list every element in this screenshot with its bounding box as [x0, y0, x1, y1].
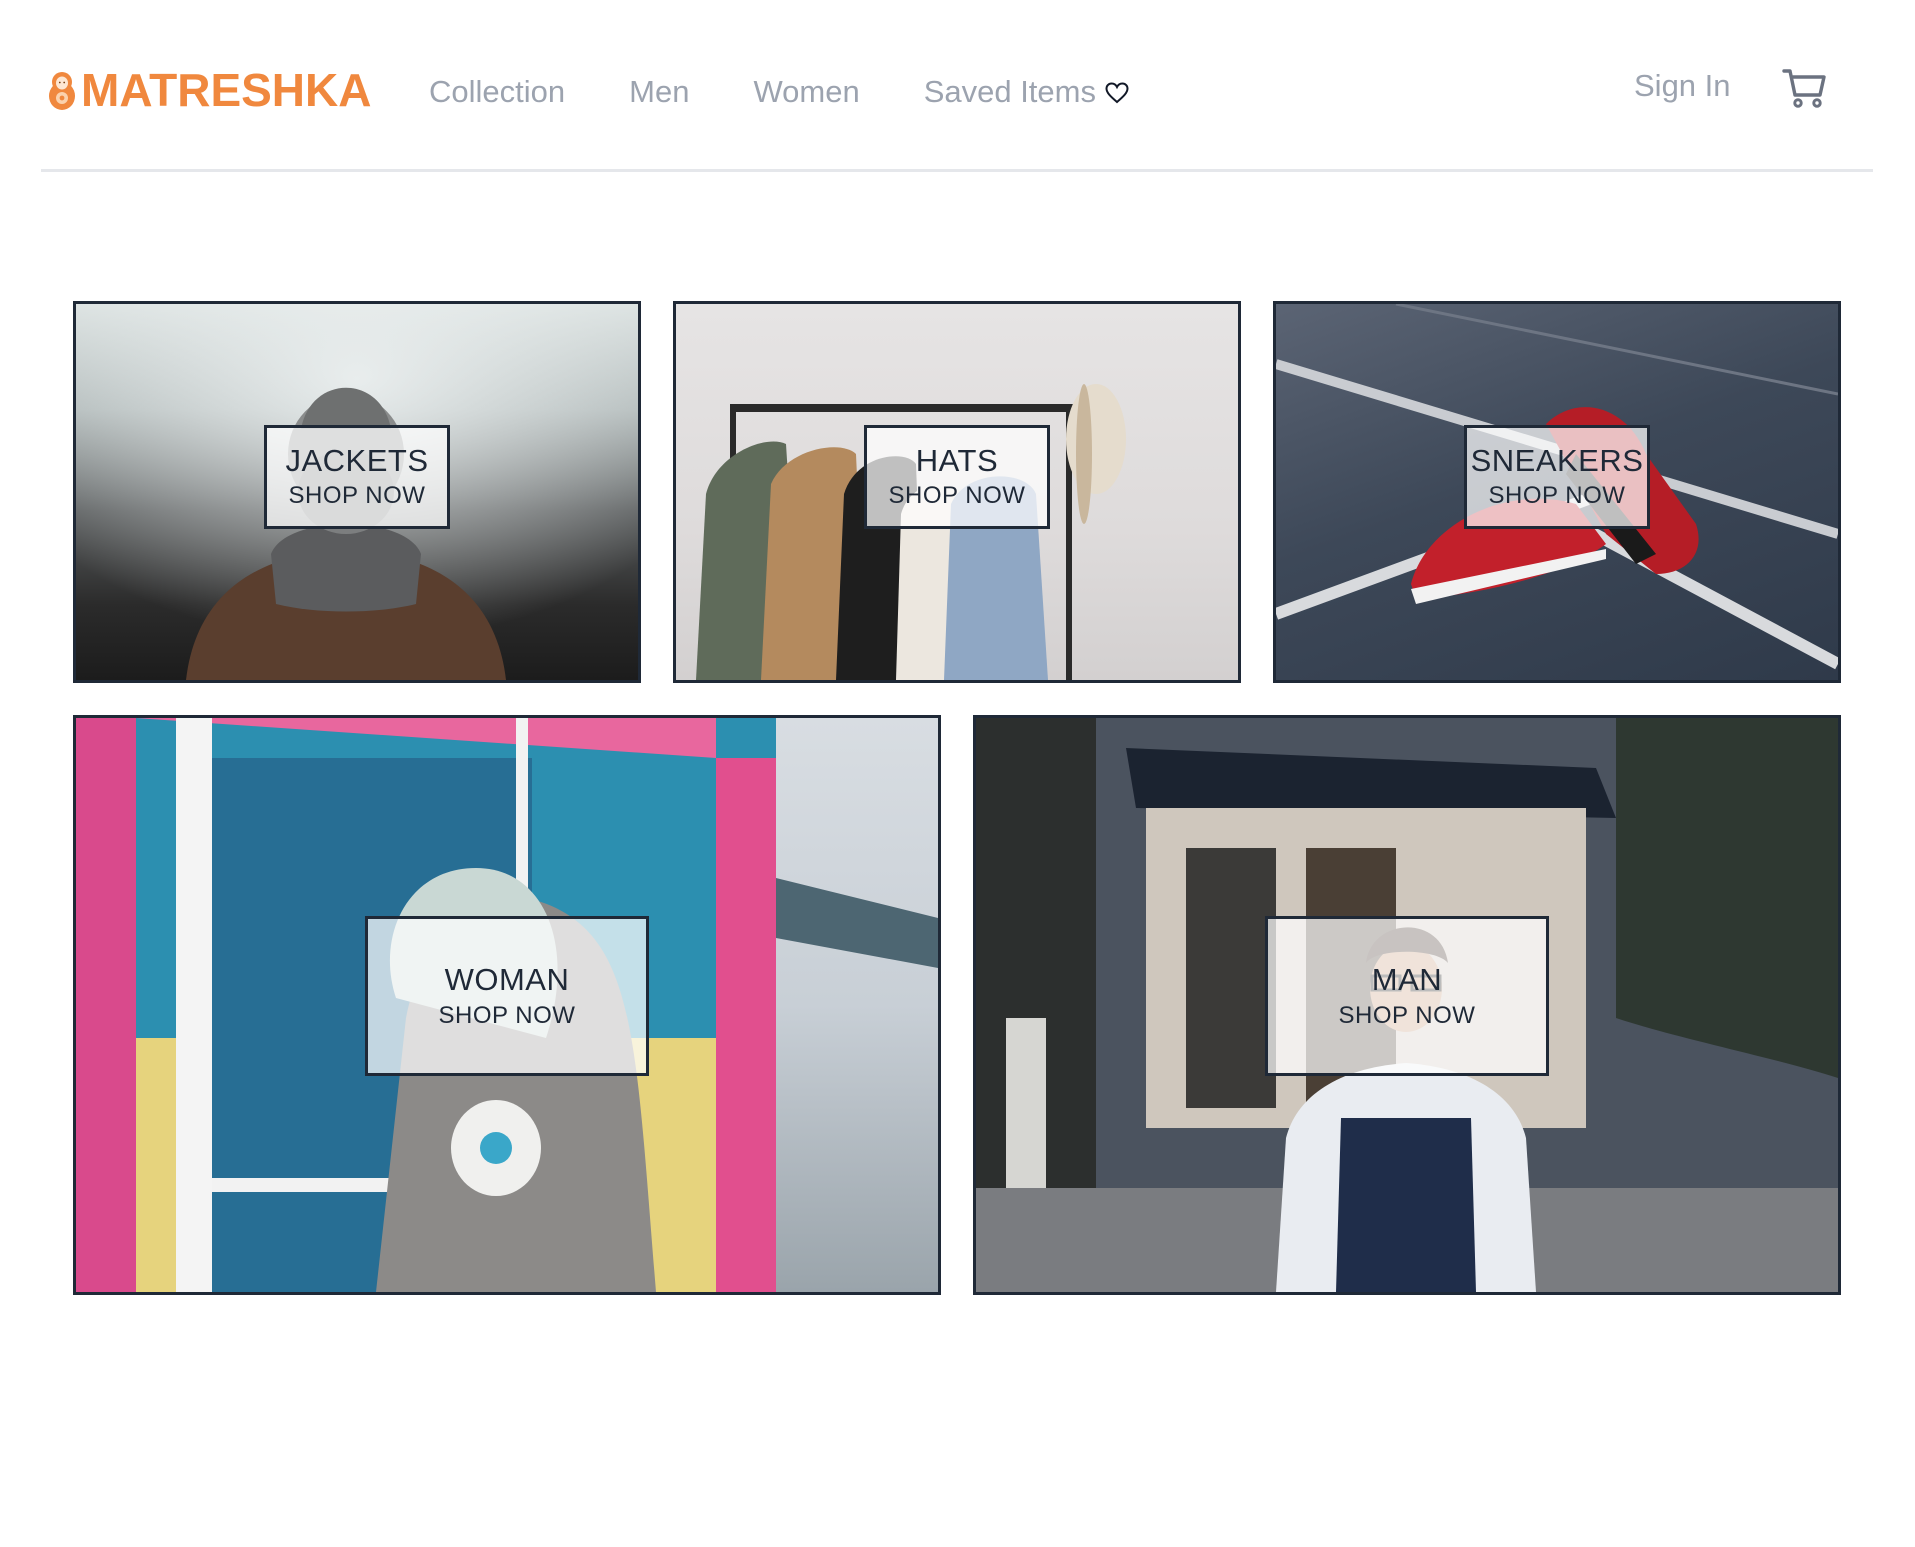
matryoshka-doll-icon — [49, 72, 75, 110]
nav-link-saved-items[interactable]: Saved Items — [924, 76, 1129, 107]
category-title: JACKETS — [285, 442, 429, 478]
shop-now-link[interactable]: SHOP NOW — [889, 482, 1026, 511]
page: MATRESHKA Collection Men Women Saved Ite… — [0, 0, 1915, 1547]
sign-in-link[interactable]: Sign In — [1634, 70, 1731, 101]
category-label: HATS SHOP NOW — [864, 424, 1050, 529]
shopping-cart-icon[interactable] — [1782, 65, 1828, 111]
shop-now-link[interactable]: SHOP NOW — [1489, 482, 1626, 511]
category-title: MAN — [1371, 962, 1443, 998]
shop-now-link[interactable]: SHOP NOW — [439, 1002, 576, 1031]
category-title: SNEAKERS — [1470, 442, 1644, 478]
category-label: JACKETS SHOP NOW — [264, 424, 450, 529]
shop-now-link[interactable]: SHOP NOW — [1339, 1002, 1476, 1031]
category-label: SNEAKERS SHOP NOW — [1464, 424, 1650, 529]
brand-name: MATRESHKA — [81, 64, 372, 116]
category-label: WOMAN SHOP NOW — [365, 916, 649, 1077]
nav-link-men[interactable]: Men — [629, 76, 689, 107]
category-tile-man[interactable]: MAN SHOP NOW — [973, 715, 1841, 1295]
brand-logo[interactable]: MATRESHKA — [47, 62, 371, 118]
category-tile-woman[interactable]: WOMAN SHOP NOW — [73, 715, 941, 1295]
site-header: MATRESHKA Collection Men Women Saved Ite… — [41, 0, 1873, 172]
category-tile-sneakers[interactable]: SNEAKERS SHOP NOW — [1273, 301, 1841, 683]
shop-now-link[interactable]: SHOP NOW — [289, 482, 426, 511]
main-nav: Collection Men Women Saved Items — [429, 70, 1193, 112]
category-tile-jackets[interactable]: JACKETS SHOP NOW — [73, 301, 641, 683]
category-title: HATS — [915, 442, 999, 478]
nav-link-collection[interactable]: Collection — [429, 76, 565, 107]
category-tile-hats[interactable]: HATS SHOP NOW — [673, 301, 1241, 683]
category-label: MAN SHOP NOW — [1265, 916, 1549, 1077]
category-title: WOMAN — [444, 962, 570, 998]
nav-link-women[interactable]: Women — [753, 76, 859, 107]
nav-link-saved-items-label: Saved Items — [923, 73, 1096, 109]
heart-icon — [1105, 81, 1129, 103]
